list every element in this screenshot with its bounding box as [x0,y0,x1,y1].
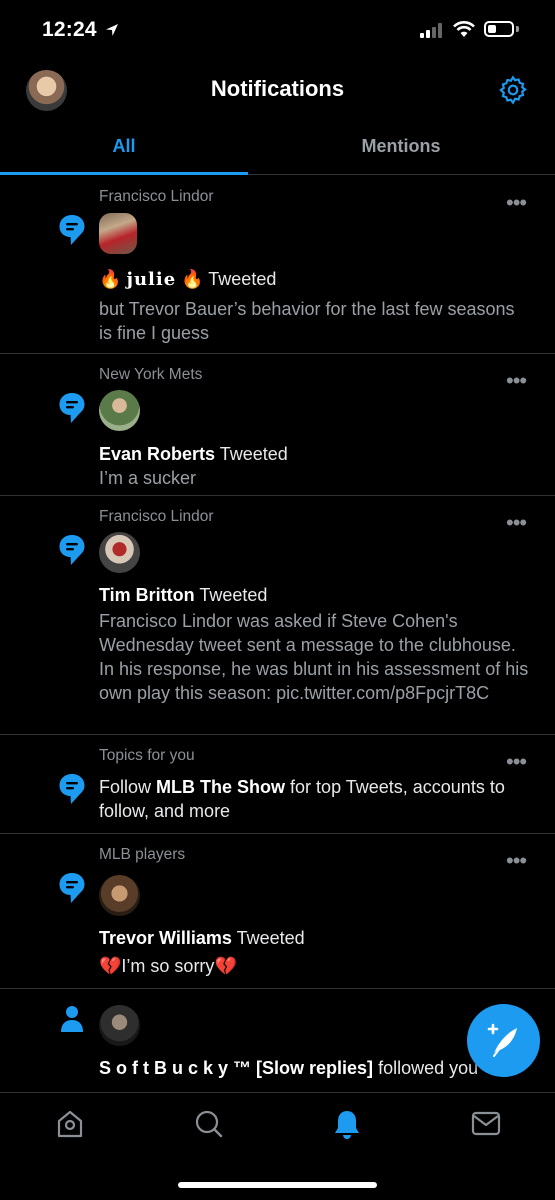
notification-item[interactable]: Topics for you ••• Follow MLB The Show f… [0,735,555,834]
page-title: Notifications [210,76,345,101]
tab-mentions[interactable]: Mentions [278,118,524,174]
messages-envelope-icon[interactable] [471,1111,501,1137]
avatar[interactable] [99,213,137,254]
tab-bar: All Mentions [0,118,555,175]
location-arrow-icon [106,24,118,36]
compose-tweet-button[interactable] [467,1004,540,1077]
tweet-text: 💔I’m so sorry💔 [99,954,529,978]
top-app-bar: Notifications [0,62,555,118]
notification-item[interactable]: Francisco Lindor ••• Tim Britton Tweeted… [0,496,555,735]
avatar[interactable] [99,1005,140,1046]
notification-action: Tweeted [208,269,277,289]
cellular-signal-icon [420,22,446,38]
notification-action: followed you [378,1058,479,1078]
tweet-bubble-icon [59,774,85,804]
tab-all[interactable]: All [0,118,248,174]
person-icon [61,1006,83,1032]
more-options-icon[interactable]: ••• [506,850,527,872]
notification-source: New York Mets [99,366,203,383]
tweet-bubble-icon [59,393,85,423]
notification-item[interactable]: Francisco Lindor ••• 🔥 julie 🔥 Tweeted b… [0,176,555,354]
avatar[interactable] [99,532,140,573]
notification-headline: 🔥 julie 🔥 Tweeted [99,269,276,290]
notification-item[interactable]: MLB players ••• Trevor Williams Tweeted … [0,834,555,989]
more-options-icon[interactable]: ••• [506,192,527,214]
selected-tab-indicator [0,172,248,175]
avatar[interactable] [99,875,140,916]
notification-headline: S o f t B u c k y ™ [Slow replies] follo… [99,1058,478,1079]
more-options-icon[interactable]: ••• [506,370,527,392]
author-name[interactable]: Trevor Williams [99,928,232,948]
topic-name[interactable]: MLB The Show [156,777,285,797]
topic-prefix: Follow [99,777,152,797]
battery-cap [516,26,519,32]
author-emoji-right: 🔥 [181,269,204,289]
tweet-bubble-icon [59,215,85,245]
notification-headline: Trevor Williams Tweeted [99,928,305,949]
notification-headline: Tim Britton Tweeted [99,585,267,606]
author-name[interactable]: julie [126,269,176,290]
author-emoji-left: 🔥 [99,269,122,289]
status-bar: 12:24 [0,0,555,62]
author-name[interactable]: Tim Britton [99,585,195,605]
tweet-text-content: I’m so sorry [121,956,215,976]
tweet-bubble-icon [59,535,85,565]
more-options-icon[interactable]: ••• [506,751,527,773]
notification-item[interactable]: New York Mets ••• Evan Roberts Tweeted I… [0,354,555,496]
text-emoji-right: 💔 [214,956,237,976]
avatar[interactable] [99,390,140,431]
tweet-text: but Trevor Bauer’s behavior for the last… [99,299,515,343]
text-emoji-left: 💔 [99,956,122,976]
tweet-text: I’m a sucker [99,468,197,488]
tweet-bubble-icon [59,873,85,903]
topic-suggestion-text: Follow MLB The Show for top Tweets, acco… [99,775,529,823]
search-icon[interactable] [194,1109,224,1139]
notification-source: Francisco Lindor [99,188,214,205]
wifi-icon [453,21,475,37]
notification-headline: Evan Roberts Tweeted [99,444,288,465]
notifications-bell-icon[interactable] [333,1109,361,1141]
notification-action: Tweeted [236,928,305,948]
author-name[interactable]: S o f t B u c k y ™ [Slow replies] [99,1058,373,1078]
notification-source: Francisco Lindor [99,508,214,525]
notification-action: Tweeted [199,585,268,605]
notification-source: MLB players [99,846,186,863]
home-indicator[interactable] [178,1182,377,1188]
author-name[interactable]: Evan Roberts [99,444,215,464]
compose-tweet-icon [487,1023,517,1057]
status-time: 12:24 [42,18,97,41]
tweet-text: Francisco Lindor was asked if Steve Cohe… [99,611,529,703]
home-icon[interactable] [56,1109,84,1139]
notification-action: Tweeted [219,444,288,464]
more-options-icon[interactable]: ••• [506,512,527,534]
gear-icon[interactable] [497,74,529,106]
notification-source: Topics for you [99,747,195,764]
battery-icon [484,21,514,37]
